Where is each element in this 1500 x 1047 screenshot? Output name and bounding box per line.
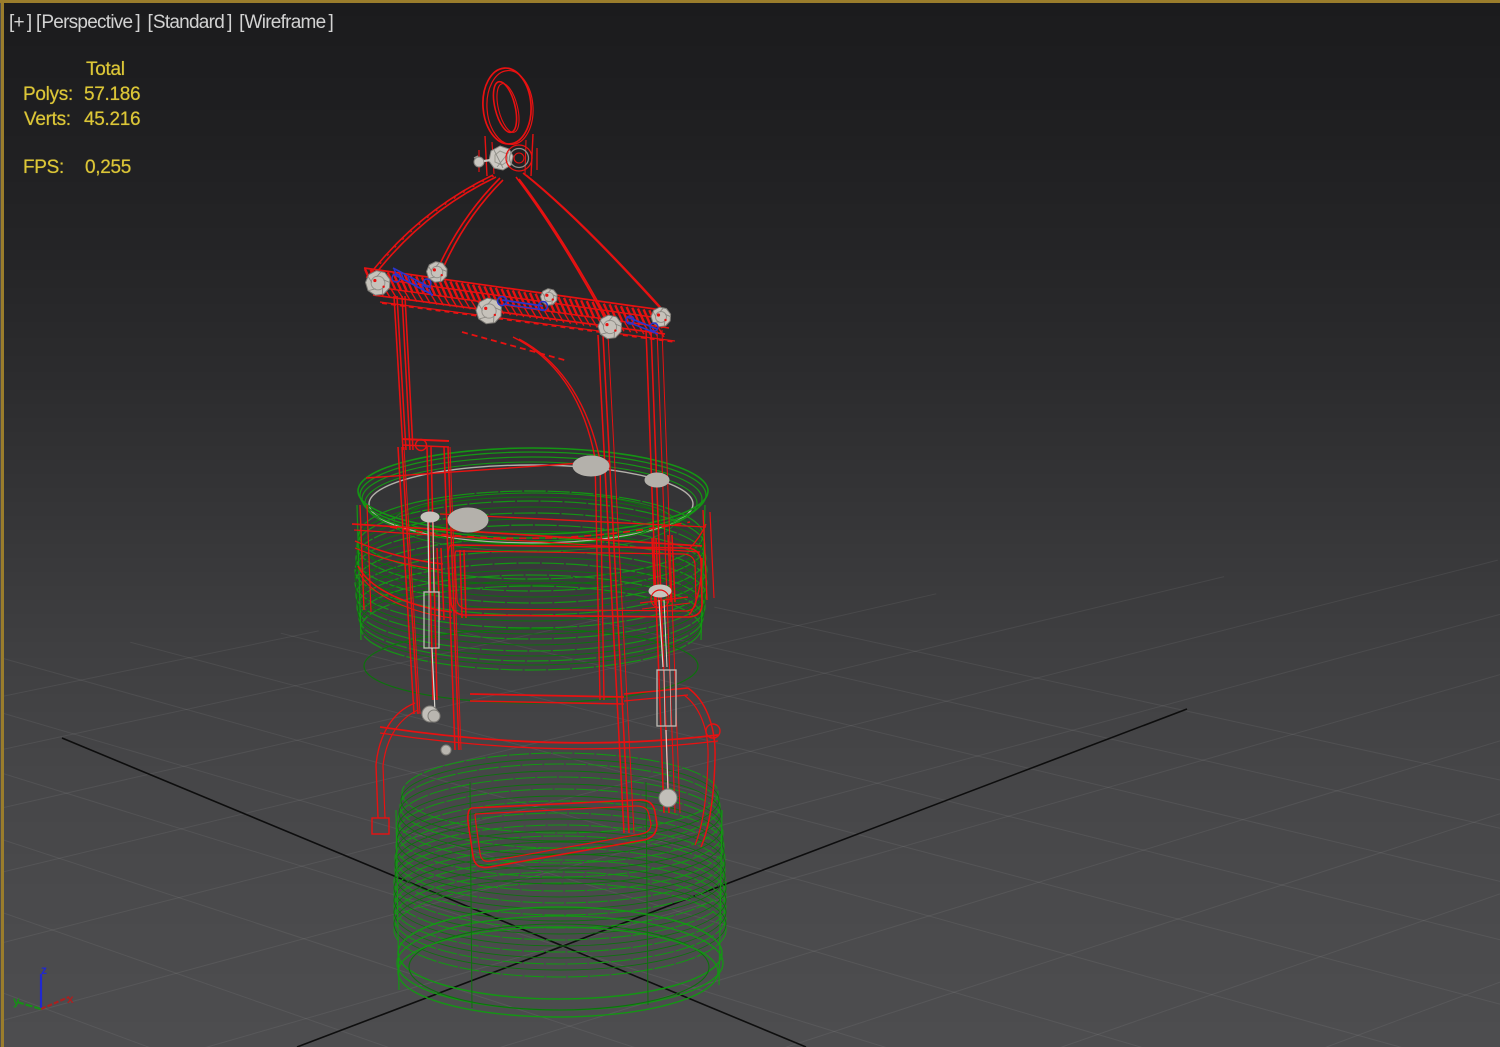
- svg-text:x: x: [67, 992, 74, 1006]
- svg-text:z: z: [41, 963, 47, 977]
- svg-text:y: y: [13, 994, 20, 1008]
